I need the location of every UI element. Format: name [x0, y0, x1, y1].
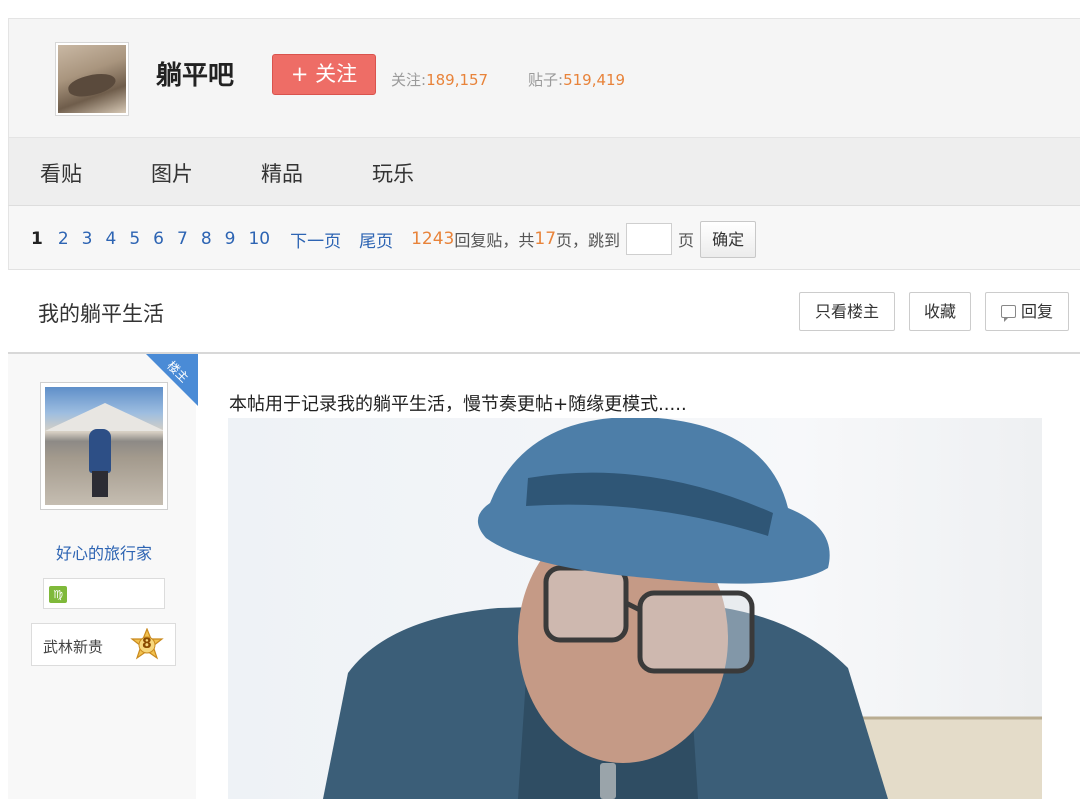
post-count-value: 519,419 [563, 71, 626, 89]
follow-count-label: 关注: [391, 71, 427, 89]
page-jump-input[interactable] [626, 223, 673, 255]
badge-label: 武林新贵 [43, 638, 104, 656]
forum-header: 躺平吧 + 关注 关注:189,157 贴子:519,419 [8, 18, 1080, 138]
forum-avatar[interactable] [55, 42, 129, 116]
post-photo-illustration [323, 418, 1042, 799]
post-content-text: 本帖用于记录我的躺平生活，慢节奏更帖+随缘更模式..... [229, 394, 687, 415]
badge-level: 8 [142, 636, 152, 652]
user-badge[interactable]: 武林新贵 8 [31, 623, 176, 666]
author-name[interactable]: 好心的旅行家 [0, 540, 208, 564]
page-link[interactable]: 2 [58, 229, 69, 249]
forum-name[interactable]: 躺平吧 [156, 55, 234, 92]
glasses-right-lens [637, 590, 755, 674]
thread-title: 我的躺平生活 [38, 302, 164, 326]
last-page-link[interactable]: 尾页 [359, 227, 393, 252]
reply-button[interactable]: 回复 [985, 292, 1069, 331]
virgo-icon: ♍ [49, 586, 67, 603]
pagination: 1 2 3 4 5 6 7 8 9 10 下一页 尾页 1243 回复贴，共 1… [31, 220, 757, 258]
next-page-link[interactable]: 下一页 [290, 227, 341, 252]
page-link[interactable]: 8 [201, 229, 212, 249]
page-link[interactable]: 4 [106, 229, 117, 249]
follow-button[interactable]: + 关注 [272, 54, 376, 95]
avatar-mountain [45, 403, 163, 431]
page-count-suffix: 页，跳到 [556, 231, 621, 250]
page-link[interactable]: 10 [248, 229, 270, 249]
post-image[interactable] [228, 418, 1042, 799]
avatar-person [89, 429, 111, 473]
only-author-button[interactable]: 只看楼主 [799, 292, 895, 331]
reply-count: 1243 [411, 229, 455, 249]
page-link[interactable]: 5 [129, 229, 140, 249]
jacket-zipper [600, 763, 616, 799]
forum-nav: 看贴 图片 精品 玩乐 [8, 138, 1080, 206]
page-count: 17 [534, 229, 557, 249]
reply-count-suffix: 回复贴，共 [454, 231, 535, 250]
post-count-label: 贴子: [528, 71, 564, 89]
page-jump-confirm-button[interactable]: 确定 [700, 220, 757, 258]
user-level-box: ♍ [43, 578, 165, 609]
avatar-person-legs [92, 471, 108, 497]
pagination-bar: 1 2 3 4 5 6 7 8 9 10 下一页 尾页 1243 回复贴，共 1… [8, 206, 1080, 270]
reply-button-label: 回复 [1020, 302, 1053, 321]
tab-threads[interactable]: 看贴 [40, 158, 82, 188]
user-avatar[interactable] [40, 382, 168, 510]
tab-pictures[interactable]: 图片 [151, 158, 193, 188]
follow-count: 关注:189,157 [391, 69, 488, 90]
glasses-left-lens [543, 565, 629, 643]
forum-avatar-image [58, 45, 126, 113]
page-link[interactable]: 9 [225, 229, 236, 249]
favorite-button[interactable]: 收藏 [909, 292, 971, 331]
page-current: 1 [31, 229, 43, 249]
post-count: 贴子:519,419 [528, 69, 625, 90]
reply-icon [1000, 305, 1016, 322]
page-link[interactable]: 6 [153, 229, 164, 249]
page-jump-unit: 页 [678, 231, 695, 250]
follow-count-value: 189,157 [426, 71, 489, 89]
page-link[interactable]: 7 [177, 229, 188, 249]
user-avatar-image [45, 387, 163, 505]
tab-featured[interactable]: 精品 [261, 158, 303, 188]
tab-fun[interactable]: 玩乐 [372, 158, 414, 188]
page-link[interactable]: 3 [82, 229, 93, 249]
